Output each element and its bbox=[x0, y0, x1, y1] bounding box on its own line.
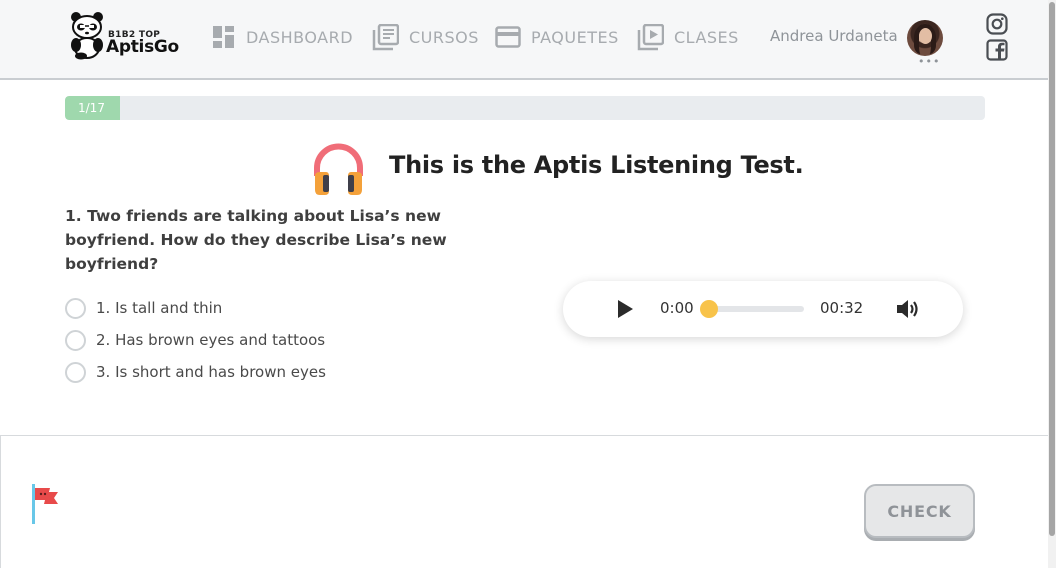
nav-label-cursos: CURSOS bbox=[409, 27, 479, 47]
nav-label-clases: CLASES bbox=[674, 27, 739, 47]
progress-label: 1/17 bbox=[78, 101, 105, 115]
user-name[interactable]: Andrea Urdaneta bbox=[770, 27, 898, 45]
answer-option-label: 2. Has brown eyes and tattoos bbox=[96, 331, 326, 349]
nav-item-dashboard[interactable]: DASHBOARD bbox=[212, 23, 353, 51]
avatar[interactable] bbox=[907, 20, 943, 56]
avatar-face bbox=[919, 28, 932, 44]
nav-item-clases[interactable]: CLASES bbox=[637, 23, 739, 51]
volume-icon[interactable] bbox=[896, 298, 922, 320]
card-icon bbox=[495, 26, 521, 48]
answer-option-label: 1. Is tall and thin bbox=[96, 299, 223, 317]
audio-seek-thumb[interactable] bbox=[700, 300, 718, 318]
audio-current-time: 0:00 bbox=[660, 299, 694, 317]
audio-seek-track[interactable] bbox=[704, 306, 804, 312]
panda-logo-icon bbox=[71, 12, 103, 60]
more-options-icon[interactable]: ••• bbox=[918, 56, 940, 67]
nav-label-dashboard: DASHBOARD bbox=[246, 27, 354, 47]
radio-button[interactable] bbox=[65, 329, 86, 351]
video-library-icon bbox=[637, 23, 664, 50]
facebook-icon[interactable] bbox=[986, 39, 1008, 61]
scrollbar-thumb[interactable] bbox=[1049, 2, 1055, 536]
courses-icon bbox=[372, 23, 399, 50]
answer-option-3[interactable]: 3. Is short and has brown eyes bbox=[65, 351, 326, 393]
nav-item-cursos[interactable]: CURSOS bbox=[372, 23, 479, 51]
radio-button[interactable] bbox=[65, 361, 86, 383]
audio-player: 0:00 00:32 bbox=[563, 281, 963, 337]
progress-bar: 1/17 bbox=[65, 96, 985, 120]
nav-item-paquetes[interactable]: PAQUETES bbox=[495, 23, 619, 51]
instagram-icon[interactable] bbox=[986, 13, 1008, 35]
check-button[interactable]: CHECK bbox=[864, 484, 975, 538]
nav-label-paquetes: PAQUETES bbox=[531, 27, 619, 47]
answer-option-label: 3. Is short and has brown eyes bbox=[96, 363, 326, 381]
answer-options: 1. Is tall and thin 2. Has brown eyes an… bbox=[65, 287, 326, 393]
test-title: This is the Aptis Listening Test. bbox=[389, 151, 804, 179]
radio-button[interactable] bbox=[65, 297, 86, 319]
aptisgo-logo[interactable]: B1B2 TOP AptisGo bbox=[66, 10, 179, 62]
headphones-icon bbox=[314, 143, 363, 195]
dashboard-icon bbox=[213, 26, 234, 48]
audio-duration: 00:32 bbox=[820, 299, 864, 317]
report-flag-icon[interactable] bbox=[30, 484, 60, 524]
vertical-scrollbar[interactable] bbox=[1048, 0, 1056, 568]
top-navbar: B1B2 TOP AptisGo DASHBOARD CURSOS PAQUET… bbox=[0, 0, 1048, 80]
logo-brand-text: AptisGo bbox=[106, 37, 179, 57]
question-text: 1. Two friends are talking about Lisa’s … bbox=[65, 207, 447, 273]
play-icon[interactable] bbox=[615, 299, 635, 319]
